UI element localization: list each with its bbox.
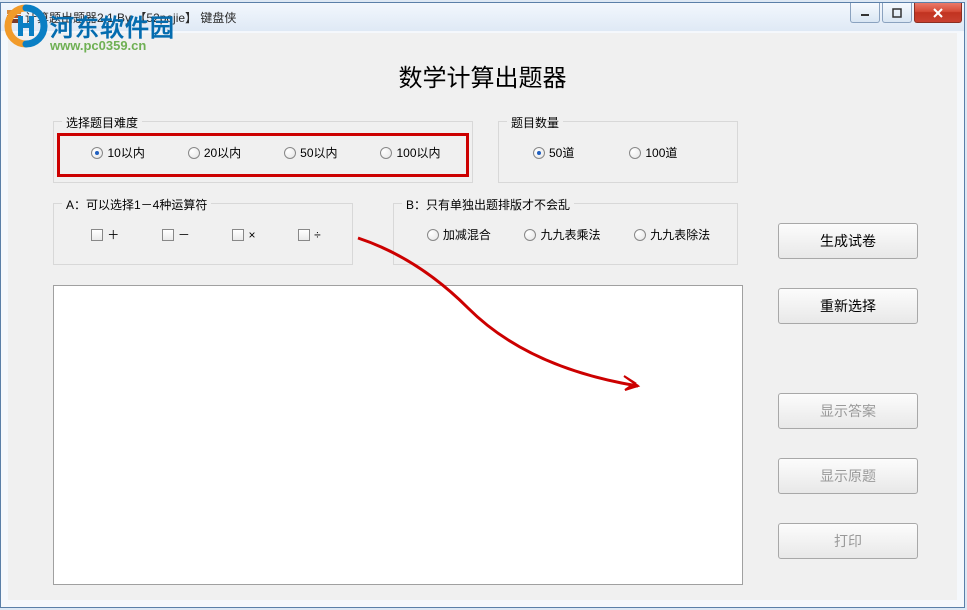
maximize-button[interactable]: [882, 3, 912, 23]
difficulty-radio-50[interactable]: 50以内: [284, 144, 337, 161]
operator-check-multiply[interactable]: ×: [232, 228, 255, 242]
checkbox-icon: [232, 229, 244, 241]
special-legend: B：只有单独出题排版才不会乱: [402, 196, 574, 213]
operator-check-divide[interactable]: ÷: [298, 228, 321, 242]
radio-icon: [634, 229, 646, 241]
special-radio-mix[interactable]: 加减混合: [427, 226, 491, 243]
maximize-icon: [892, 8, 902, 18]
count-options: 50道 100道: [515, 144, 727, 161]
checkbox-icon: [162, 229, 174, 241]
checkbox-icon: [298, 229, 310, 241]
radio-icon: [188, 147, 200, 159]
special-radio-div99[interactable]: 九九表除法: [634, 226, 710, 243]
window-controls: [850, 3, 962, 23]
count-legend: 题目数量: [507, 114, 563, 131]
difficulty-legend: 选择题目难度: [62, 114, 142, 131]
difficulty-options: 10以内 20以内 50以内 100以内: [70, 144, 462, 161]
generate-button[interactable]: 生成试卷: [778, 223, 918, 259]
output-textarea[interactable]: [53, 285, 743, 585]
operator-check-plus[interactable]: ＋: [91, 226, 119, 243]
radio-icon: [91, 147, 103, 159]
count-radio-100[interactable]: 100道: [629, 144, 677, 161]
show-origin-button[interactable]: 显示原题: [778, 458, 918, 494]
minimize-icon: [860, 8, 870, 18]
watermark-logo-icon: [0, 0, 52, 52]
operators-legend: A：可以选择1－4种运算符: [62, 196, 211, 213]
minimize-button[interactable]: [850, 3, 880, 23]
special-radio-mul99[interactable]: 九九表乘法: [524, 226, 600, 243]
close-button[interactable]: [914, 3, 962, 23]
operators-group: A：可以选择1－4种运算符 ＋ － × ÷: [53, 203, 353, 265]
difficulty-group: 选择题目难度 10以内 20以内 50以内 100以内: [53, 121, 473, 183]
difficulty-radio-10[interactable]: 10以内: [91, 144, 144, 161]
count-group: 题目数量 50道 100道: [498, 121, 738, 183]
page-title: 数学计算出题器: [8, 33, 957, 103]
operators-options: ＋ － × ÷: [70, 226, 342, 243]
client-area: 数学计算出题器 选择题目难度 10以内 20以内 50以内 100以内 题目数量…: [8, 33, 957, 600]
special-group: B：只有单独出题排版才不会乱 加减混合 九九表乘法 九九表除法: [393, 203, 738, 265]
radio-icon: [380, 147, 392, 159]
radio-icon: [533, 147, 545, 159]
radio-icon: [427, 229, 439, 241]
print-button[interactable]: 打印: [778, 523, 918, 559]
radio-icon: [629, 147, 641, 159]
operator-check-minus[interactable]: －: [162, 226, 190, 243]
difficulty-radio-20[interactable]: 20以内: [188, 144, 241, 161]
radio-icon: [284, 147, 296, 159]
checkbox-icon: [91, 229, 103, 241]
watermark-url: www.pc0359.cn: [50, 38, 146, 53]
close-icon: [932, 8, 944, 18]
show-answer-button[interactable]: 显示答案: [778, 393, 918, 429]
difficulty-radio-100[interactable]: 100以内: [380, 144, 440, 161]
reset-button[interactable]: 重新选择: [778, 288, 918, 324]
special-options: 加减混合 九九表乘法 九九表除法: [410, 226, 727, 243]
count-radio-50[interactable]: 50道: [533, 144, 574, 161]
radio-icon: [524, 229, 536, 241]
window-frame: 计算题出题器2.1 By 【52pojie】 键盘侠 数学计算出题器 选择题目难…: [0, 2, 965, 608]
